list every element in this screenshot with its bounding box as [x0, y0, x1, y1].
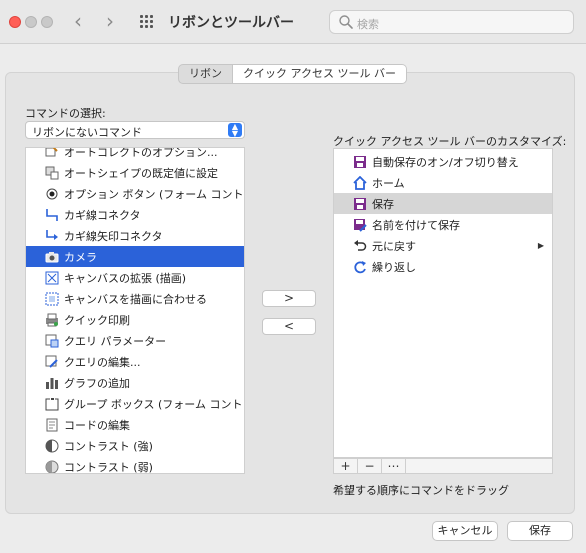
show-all-grid-icon[interactable]: [140, 15, 154, 29]
tab-quick-access-toolbar[interactable]: クイック アクセス ツール バー: [232, 65, 406, 83]
list-item-label: カギ線コネクタ: [64, 208, 141, 222]
tab-ribbon[interactable]: リボン: [179, 65, 232, 83]
list-item[interactable]: 自動保存のオン/オフ切り替え: [334, 151, 552, 172]
save-icon: [352, 196, 368, 212]
list-item[interactable]: 繰り返し: [334, 256, 552, 277]
list-item-label: オートコレクトのオプション...: [64, 147, 218, 159]
list-item[interactable]: クエリ パラメーター: [26, 330, 244, 351]
option-button-icon: [44, 186, 60, 202]
submenu-arrow-icon[interactable]: ▶: [538, 241, 544, 250]
group-box-icon: [44, 396, 60, 412]
list-item-label: カギ線矢印コネクタ: [64, 229, 163, 243]
remove-item-button[interactable]: −: [358, 459, 382, 473]
list-item[interactable]: オプション ボタン (フォーム コントロ...: [26, 183, 244, 204]
toolbar-commands-list[interactable]: 自動保存のオン/オフ切り替え ホーム 保存 名前を付けて保存 元に戻す ▶ 繰り…: [333, 148, 553, 458]
undo-icon: [352, 238, 368, 254]
list-item[interactable]: コントラスト (強): [26, 435, 244, 456]
list-item-label: キャンバスを描画に合わせる: [64, 292, 207, 306]
remove-command-button[interactable]: <: [262, 318, 316, 335]
close-window-button[interactable]: [9, 16, 21, 28]
contrast-more-icon: [44, 438, 60, 454]
camera-icon: [44, 249, 60, 265]
save-as-icon: [352, 217, 368, 233]
query-parameters-icon: [44, 333, 60, 349]
add-chart-icon: [44, 375, 60, 391]
list-item-selected[interactable]: カメラ: [26, 246, 244, 267]
window-title: リボンとツールバー: [168, 15, 294, 31]
list-item-label: 自動保存のオン/オフ切り替え: [372, 155, 519, 169]
list-item[interactable]: カギ線コネクタ: [26, 204, 244, 225]
zoom-window-button[interactable]: [41, 16, 53, 28]
list-item[interactable]: コントラスト (弱): [26, 456, 244, 474]
list-item-label: コントラスト (強): [64, 439, 153, 453]
list-item-label: コードの編集: [64, 418, 130, 432]
more-options-button[interactable]: ⋯: [382, 459, 406, 473]
expand-canvas-icon: [44, 270, 60, 286]
minimize-window-button[interactable]: [25, 16, 37, 28]
list-item[interactable]: オートコレクトのオプション...: [26, 147, 244, 162]
drag-hint-text: 希望する順序にコマンドをドラッグ: [333, 484, 509, 497]
list-item[interactable]: オートシェイプの既定値に設定: [26, 162, 244, 183]
customize-toolbar-label: クイック アクセス ツール バーのカスタマイズ:: [333, 135, 567, 148]
chevron-updown-icon: ▲ ▼: [228, 123, 242, 138]
autosave-toggle-icon: [352, 154, 368, 170]
list-item[interactable]: グラフの追加: [26, 372, 244, 393]
autoshape-default-icon: [44, 165, 60, 181]
list-item-label: クイック印刷: [64, 313, 130, 327]
cancel-button[interactable]: キャンセル: [432, 521, 498, 541]
list-item-label: カメラ: [64, 250, 97, 264]
elbow-arrow-connector-icon: [44, 228, 60, 244]
quick-print-icon: [44, 312, 60, 328]
list-item-label: オートシェイプの既定値に設定: [64, 166, 218, 180]
tab-switcher: リボン クイック アクセス ツール バー: [178, 64, 407, 84]
title-bar: ‹ › リボンとツールバー 検索: [0, 0, 586, 44]
list-toolbar: + − ⋯: [333, 458, 553, 474]
list-item-label: ホーム: [372, 176, 405, 190]
add-item-button[interactable]: +: [334, 459, 358, 473]
back-arrow-icon[interactable]: ‹: [74, 10, 82, 32]
list-item[interactable]: カギ線矢印コネクタ: [26, 225, 244, 246]
list-item-label: クエリ パラメーター: [64, 334, 167, 348]
command-category-dropdown[interactable]: リボンにないコマンド ▲ ▼: [25, 121, 245, 139]
list-item-label: グループ ボックス (フォーム コントロ...: [64, 397, 245, 411]
add-command-button[interactable]: >: [262, 290, 316, 307]
contrast-less-icon: [44, 459, 60, 473]
search-placeholder: 検索: [357, 18, 379, 31]
list-item[interactable]: コードの編集: [26, 414, 244, 435]
edit-code-icon: [44, 417, 60, 433]
dropdown-value: リボンにないコマンド: [32, 126, 142, 139]
choose-commands-label: コマンドの選択:: [25, 107, 106, 120]
list-item-label: 名前を付けて保存: [372, 218, 460, 232]
list-item[interactable]: グループ ボックス (フォーム コントロ...: [26, 393, 244, 414]
forward-arrow-icon[interactable]: ›: [106, 10, 114, 32]
list-item-label: 繰り返し: [372, 260, 416, 274]
list-item-label: クエリの編集...: [64, 355, 141, 369]
list-item-label: グラフの追加: [64, 376, 130, 390]
search-field[interactable]: 検索: [329, 10, 574, 34]
list-item-label: キャンバスの拡張 (描画): [64, 271, 187, 285]
list-item[interactable]: ホーム: [334, 172, 552, 193]
list-item[interactable]: 元に戻す ▶: [334, 235, 552, 256]
search-icon: [339, 15, 353, 29]
list-item[interactable]: クエリの編集...: [26, 351, 244, 372]
list-item-label: オプション ボタン (フォーム コントロ...: [64, 187, 245, 201]
redo-icon: [352, 259, 368, 275]
list-item-label: コントラスト (弱): [64, 460, 153, 474]
fit-canvas-icon: [44, 291, 60, 307]
list-item[interactable]: キャンバスの拡張 (描画): [26, 267, 244, 288]
list-item-label: 保存: [372, 197, 394, 211]
list-item[interactable]: クイック印刷: [26, 309, 244, 330]
home-icon: [352, 175, 368, 191]
list-item[interactable]: 名前を付けて保存: [334, 214, 552, 235]
list-item-label: 元に戻す: [372, 239, 416, 253]
list-item[interactable]: キャンバスを描画に合わせる: [26, 288, 244, 309]
list-item-selected[interactable]: 保存: [334, 193, 552, 214]
save-button[interactable]: 保存: [507, 521, 573, 541]
autocorrect-icon: [44, 148, 60, 160]
edit-query-icon: [44, 354, 60, 370]
available-commands-list[interactable]: オートコレクトのオプション... オートシェイプの既定値に設定 オプション ボタ…: [25, 147, 245, 474]
elbow-connector-icon: [44, 207, 60, 223]
